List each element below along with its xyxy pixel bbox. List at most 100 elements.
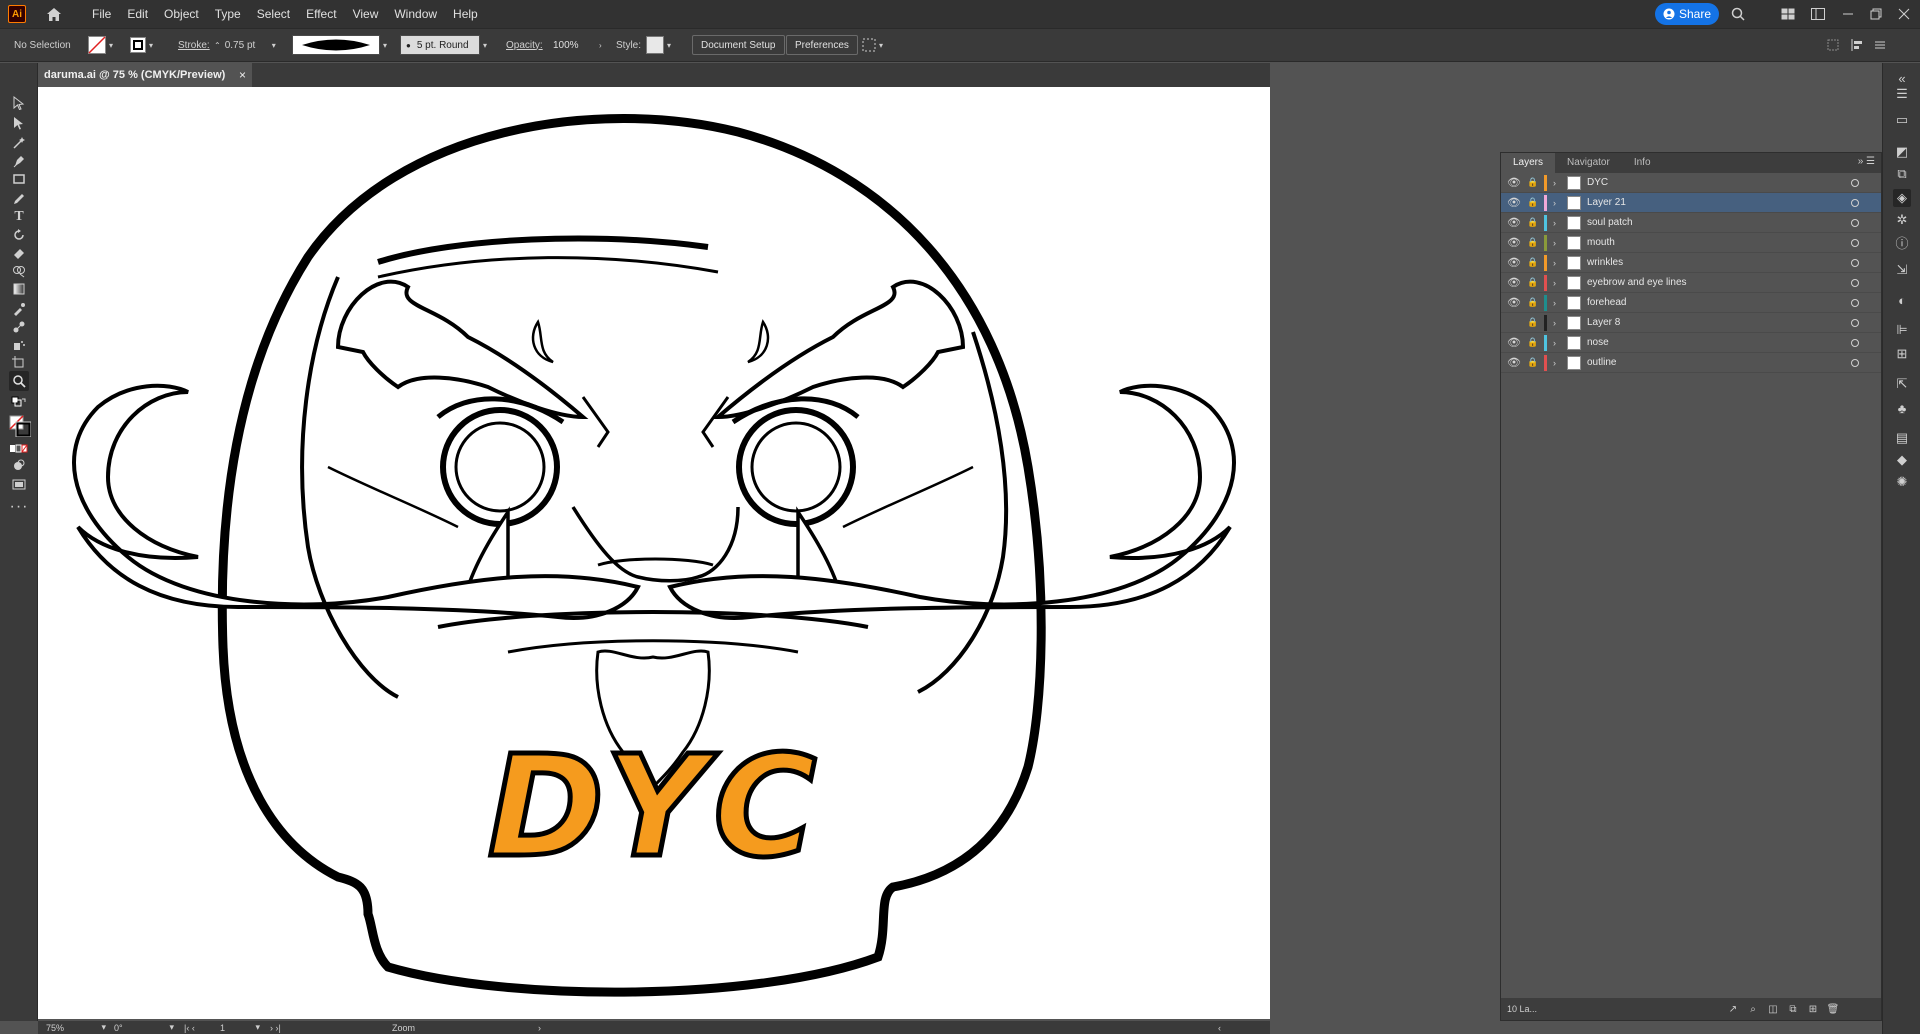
brushes-icon[interactable]: ◆ xyxy=(1893,451,1911,469)
symbols-icon[interactable]: ♣ xyxy=(1893,399,1911,417)
artboard-tool-icon[interactable] xyxy=(9,353,29,373)
tab-info[interactable]: Info xyxy=(1622,153,1663,173)
minimize-icon[interactable] xyxy=(1838,4,1858,24)
info-icon[interactable]: ⓘ xyxy=(1893,233,1911,251)
restore-icon[interactable] xyxy=(1866,4,1886,24)
control-panel-menu-icon[interactable] xyxy=(1874,29,1886,61)
color-icon[interactable]: ◐ xyxy=(1893,291,1911,309)
target-circle-icon[interactable] xyxy=(1851,239,1859,247)
visibility-eye-icon[interactable]: 👁 xyxy=(1507,216,1521,229)
document-tab[interactable]: daruma.ai @ 75 % (CMYK/Preview) × xyxy=(36,63,252,87)
expand-chevron-icon[interactable]: › xyxy=(1553,278,1556,288)
visibility-eye-icon[interactable]: 👁 xyxy=(1507,196,1521,209)
lock-icon[interactable]: 🔒 xyxy=(1527,217,1539,228)
type-tool-icon[interactable]: T xyxy=(9,207,29,227)
workspace-switcher-icon[interactable] xyxy=(1808,4,1828,24)
menu-help[interactable]: Help xyxy=(445,0,486,28)
fill-swatch[interactable]: ▾ xyxy=(88,29,113,61)
artboard-next-icons[interactable]: › ›| xyxy=(270,1021,281,1034)
pen-tool-icon[interactable] xyxy=(9,151,29,171)
expand-chevron-icon[interactable]: › xyxy=(1553,338,1556,348)
pathfinder-icon[interactable]: ⊞ xyxy=(1893,345,1911,363)
layer-row[interactable]: 👁 🔒 › outline xyxy=(1501,353,1881,373)
comments-icon[interactable]: ▭ xyxy=(1893,111,1911,129)
document-setup-button[interactable]: Document Setup xyxy=(692,35,785,55)
lock-icon[interactable]: 🔒 xyxy=(1527,337,1539,348)
expand-chevron-icon[interactable]: › xyxy=(1553,178,1556,188)
graphic-style-swatch[interactable]: ▾ xyxy=(646,29,671,61)
menu-type[interactable]: Type xyxy=(207,0,249,28)
appearance-icon[interactable]: ✲ xyxy=(1893,211,1911,229)
export-icon[interactable]: ⇱ xyxy=(1893,375,1911,393)
default-fill-stroke-icon[interactable] xyxy=(9,393,29,413)
direct-selection-tool-icon[interactable] xyxy=(9,113,29,133)
lock-icon[interactable]: 🔒 xyxy=(1527,277,1539,288)
transform-icon[interactable] xyxy=(1826,29,1840,61)
close-window-icon[interactable] xyxy=(1894,4,1914,24)
layer-name[interactable]: nose xyxy=(1587,337,1609,348)
menu-edit[interactable]: Edit xyxy=(119,0,156,28)
layer-row[interactable]: 👁 🔒 › wrinkles xyxy=(1501,253,1881,273)
zoom-level-field[interactable]: 75% ▾ xyxy=(46,1021,106,1034)
brush-definition[interactable]: ● 5 pt. Round ▾ xyxy=(400,29,487,61)
rotation-value[interactable]: 0° xyxy=(114,1023,123,1033)
selection-tool-icon[interactable] xyxy=(9,93,29,113)
expand-chevron-icon[interactable]: › xyxy=(1553,298,1556,308)
search-icon[interactable] xyxy=(1728,4,1748,24)
properties-icon[interactable]: ☰ xyxy=(1893,85,1911,103)
opacity-label[interactable]: Opacity: xyxy=(506,40,543,51)
shape-builder-tool-icon[interactable] xyxy=(9,261,29,281)
lock-icon[interactable]: 🔒 xyxy=(1527,237,1539,248)
menu-select[interactable]: Select xyxy=(249,0,298,28)
layer-name[interactable]: wrinkles xyxy=(1587,257,1623,268)
expand-chevron-icon[interactable]: › xyxy=(1553,358,1556,368)
edit-toolbar-icon[interactable]: ··· xyxy=(9,497,29,517)
target-circle-icon[interactable] xyxy=(1851,299,1859,307)
layer-row[interactable]: 👁 🔒 › soul patch xyxy=(1501,213,1881,233)
collect-export-icon[interactable]: ↗ xyxy=(1727,1003,1739,1015)
layers-dock-icon[interactable]: ◈ xyxy=(1893,189,1911,207)
zoom-tool-icon[interactable] xyxy=(9,371,29,391)
stroke-label[interactable]: Stroke: xyxy=(178,40,210,51)
layer-name[interactable]: mouth xyxy=(1587,237,1615,248)
layer-row[interactable]: 👁 🔒 › DYC xyxy=(1501,173,1881,193)
opacity-value[interactable]: 100% xyxy=(553,40,579,51)
screen-mode-icon[interactable] xyxy=(9,475,29,495)
visibility-eye-icon[interactable]: 👁 xyxy=(1507,276,1521,289)
layer-row[interactable]: 👁 🔒 › eyebrow and eye lines xyxy=(1501,273,1881,293)
rectangle-tool-icon[interactable] xyxy=(9,169,29,189)
lock-icon[interactable]: 🔒 xyxy=(1527,197,1539,208)
layer-name[interactable]: soul patch xyxy=(1587,217,1633,228)
visibility-eye-icon[interactable]: 👁 xyxy=(1507,336,1521,349)
gradient-dock-icon[interactable]: ▤ xyxy=(1893,429,1911,447)
expand-chevron-icon[interactable]: › xyxy=(1553,318,1556,328)
status-scroll-icon[interactable]: ‹ xyxy=(1218,1021,1221,1034)
gradient-tool-icon[interactable] xyxy=(9,279,29,299)
stroke-swatch[interactable]: ▾ xyxy=(130,29,153,61)
artboard-prev-icons[interactable]: |‹ ‹ xyxy=(184,1021,195,1034)
share-button[interactable]: Share xyxy=(1655,3,1719,25)
fill-stroke-swatch-icon[interactable] xyxy=(9,415,31,437)
layer-row[interactable]: 👁 🔒 › nose xyxy=(1501,333,1881,353)
eraser-tool-icon[interactable] xyxy=(9,243,29,263)
visibility-eye-icon[interactable]: 👁 xyxy=(1507,256,1521,269)
stroke-dock-icon[interactable]: ✺ xyxy=(1893,473,1911,491)
rotate-tool-icon[interactable] xyxy=(9,225,29,245)
opacity-field[interactable]: 100% › xyxy=(548,29,602,61)
menu-view[interactable]: View xyxy=(345,0,387,28)
visibility-eye-icon[interactable]: 👁 xyxy=(1507,236,1521,249)
expand-chevron-icon[interactable]: › xyxy=(1553,218,1556,228)
layer-row[interactable]: 👁 🔒 › forehead xyxy=(1501,293,1881,313)
arrange-documents-icon[interactable] xyxy=(1778,4,1798,24)
quick-actions-icon[interactable]: ▾ xyxy=(862,29,883,61)
target-circle-icon[interactable] xyxy=(1851,179,1859,187)
target-circle-icon[interactable] xyxy=(1851,219,1859,227)
layer-name[interactable]: outline xyxy=(1587,357,1616,368)
lock-icon[interactable]: 🔒 xyxy=(1527,357,1539,368)
target-circle-icon[interactable] xyxy=(1851,199,1859,207)
create-sublayer-icon[interactable]: ⧉ xyxy=(1787,1003,1799,1015)
lock-icon[interactable]: 🔒 xyxy=(1527,177,1539,188)
visibility-eye-icon[interactable]: 👁 xyxy=(1507,176,1521,189)
align-dock-icon[interactable]: ⊫ xyxy=(1893,321,1911,339)
menu-window[interactable]: Window xyxy=(386,0,445,28)
